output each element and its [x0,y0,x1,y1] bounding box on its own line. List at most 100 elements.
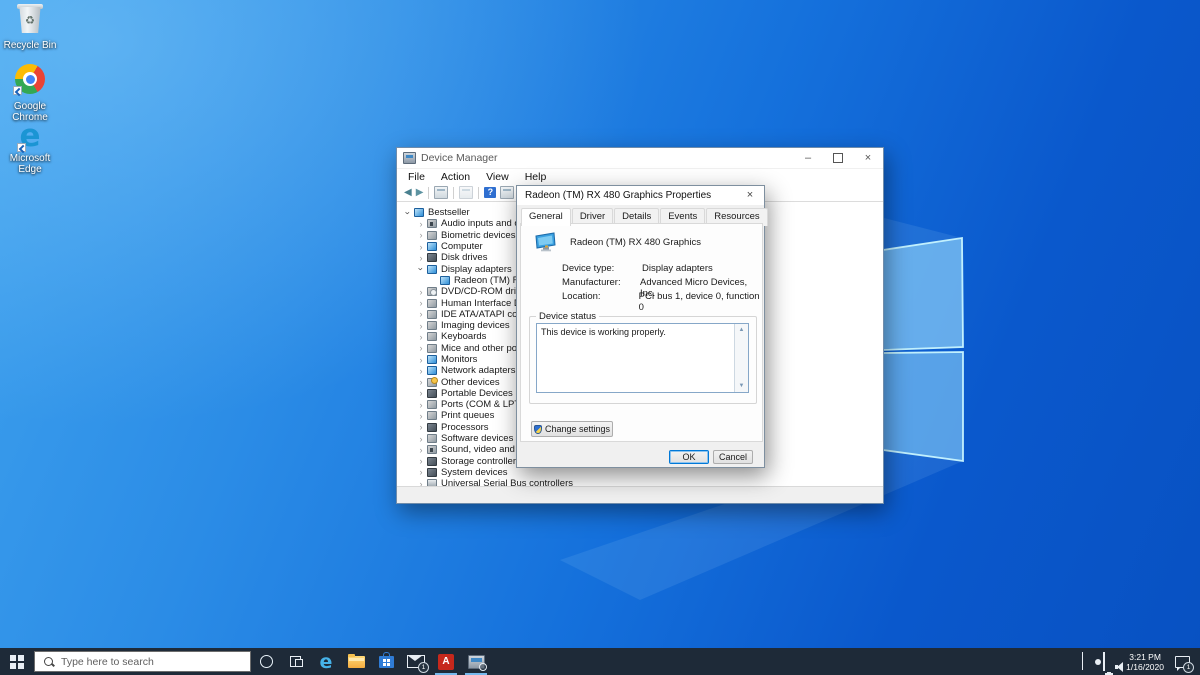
portable-device-icon [427,388,437,398]
recycle-bin-icon: ♻ [17,4,43,38]
taskbar-app-device-manager[interactable] [461,648,491,675]
help-icon[interactable]: ? [484,187,497,198]
taskbar-app-acrobat[interactable]: A [431,648,461,675]
tree-item[interactable]: › System devices [397,467,883,478]
chevron-right-icon[interactable]: › [416,411,426,421]
status-scrollbar[interactable]: ▲ ▼ [734,324,748,392]
action-center-button[interactable]: 1 [1170,648,1196,675]
file-explorer-icon [347,653,365,668]
forward-arrow-icon[interactable]: ▶ [416,186,424,200]
dialog-titlebar[interactable]: Radeon (TM) RX 480 Graphics Properties × [517,186,764,205]
menu-bar: File Action View Help [397,169,883,184]
chevron-right-icon[interactable]: › [416,219,426,229]
desktop-icon-recycle-bin[interactable]: ♻ Recycle Bin [0,4,60,51]
minimize-button[interactable]: – [793,149,823,168]
chevron-up-icon [1082,651,1084,670]
chevron-right-icon[interactable]: › [416,377,426,387]
storage-device-icon [427,456,437,466]
cortana-button[interactable] [251,648,281,675]
back-arrow-icon[interactable]: ◀ [404,186,412,200]
taskbar-apps: e 1A [311,648,491,675]
hidden-icons-button[interactable] [1082,651,1084,671]
separator [453,186,455,199]
field-value: Display adapters [642,263,713,274]
chevron-right-icon[interactable]: › [416,309,426,319]
chevron-right-icon[interactable]: › [416,332,426,342]
chevron-right-icon[interactable]: › [416,366,426,376]
desktop-icon-google-chrome[interactable]: Google Chrome [0,64,60,123]
cancel-button[interactable]: Cancel [713,450,753,464]
chevron-right-icon[interactable]: › [416,456,426,466]
tab-general[interactable]: General [521,208,571,226]
biometric-device-icon [427,230,437,240]
chevron-right-icon[interactable]: › [416,287,426,297]
ide-device-icon [427,309,437,319]
device-status-textbox[interactable]: This device is working properly. ▲ ▼ [536,323,749,393]
chevron-right-icon[interactable]: › [416,343,426,353]
tree-item-label: System devices [441,466,508,478]
chevron-right-icon[interactable]: › [416,434,426,444]
taskbar: Type here to search e1A 3:21 PM 1/16/202… [0,648,1200,675]
chevron-right-icon[interactable]: › [416,445,426,455]
menu-action[interactable]: Action [433,171,478,183]
tree-item-label: Monitors [441,354,478,365]
desktop-icon-microsoft-edge[interactable]: e Microsoft Edge [0,118,60,176]
chevron-right-icon[interactable]: › [416,467,426,477]
imaging-device-icon [427,321,437,331]
print-device-icon [427,411,437,421]
display-device-icon [440,275,450,285]
display-device-icon [427,264,437,274]
taskbar-app-mail[interactable]: 1 [401,648,431,675]
menu-help[interactable]: Help [517,171,555,183]
chevron-right-icon[interactable]: › [416,242,426,252]
task-view-button[interactable] [281,648,311,675]
chevron-right-icon[interactable]: › [416,321,426,331]
clock[interactable]: 3:21 PM 1/16/2020 [1126,652,1164,672]
properties-window-icon[interactable] [459,186,474,199]
taskbar-app-edge[interactable]: e [311,648,341,675]
chevron-right-icon[interactable]: › [416,400,426,410]
hid-device-icon [427,298,437,308]
chevron-right-icon[interactable]: › [416,355,426,365]
network-button[interactable] [1103,651,1106,671]
change-settings-label: Change settings [544,424,611,434]
change-settings-button[interactable]: Change settings [531,421,613,437]
tree-item-label: Keyboards [441,331,487,343]
chevron-right-icon[interactable]: › [416,230,426,240]
general-tab-page: Radeon (TM) RX 480 Graphics Device type:… [520,223,763,442]
tree-item-label: Other devices [441,376,500,388]
menu-file[interactable]: File [400,171,433,183]
device-manager-app-icon [403,152,416,164]
ok-button[interactable]: OK [669,450,709,464]
chevron-right-icon[interactable]: › [416,253,426,263]
console-window-icon[interactable] [434,186,449,199]
scroll-up-icon[interactable]: ▲ [735,324,748,336]
chevron-down-icon[interactable]: › [416,264,426,274]
chevron-right-icon[interactable]: › [416,422,426,432]
start-button[interactable] [0,648,34,675]
search-icon [43,656,55,668]
tree-item-label: Print queues [441,410,495,422]
chevron-down-icon[interactable]: › [403,208,413,218]
edge-icon: e [17,118,41,154]
scroll-down-icon[interactable]: ▼ [735,380,748,392]
scan-window-icon[interactable] [500,186,515,199]
audio-device-icon [427,219,437,229]
tree-item-label: Processors [441,421,489,433]
dialog-close-button[interactable]: × [736,186,764,205]
tree-item-label: Computer [441,241,483,253]
field-label: Device type: [562,263,615,274]
chevron-right-icon[interactable]: › [416,298,426,308]
tree-item-label: Display adapters [441,263,512,275]
menu-view[interactable]: View [478,171,517,183]
taskbar-app-store[interactable] [371,648,401,675]
maximize-button[interactable] [823,149,853,168]
close-button[interactable]: × [853,149,883,168]
taskbar-app-file-explorer[interactable] [341,648,371,675]
tree-item-label: Ports (COM & LPT) [441,399,524,411]
search-input[interactable]: Type here to search [34,651,251,672]
device-status-label: Device status [536,311,600,322]
chevron-right-icon[interactable]: › [416,388,426,398]
device-manager-titlebar[interactable]: Device Manager – × [397,148,883,169]
processor-device-icon [427,422,437,432]
